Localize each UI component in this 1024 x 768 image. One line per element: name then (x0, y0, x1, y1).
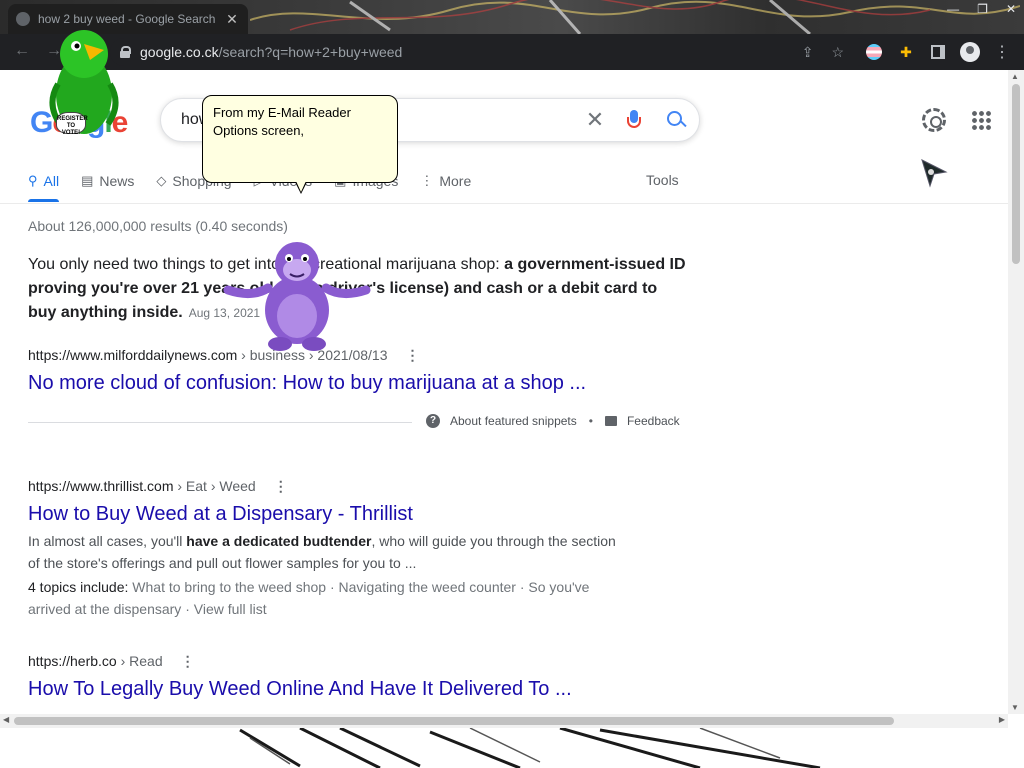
url-host: google.co.ck (140, 44, 219, 60)
header-divider (0, 203, 1008, 204)
news-icon: ▤ (81, 173, 94, 188)
wallpaper-scribble (250, 0, 1020, 34)
browser-tab[interactable]: how 2 buy weed - Google Search ✕ (8, 4, 248, 34)
result-description: In almost all cases, you'll have a dedic… (28, 530, 628, 574)
feedback-icon (604, 416, 617, 426)
cite-url: https://herb.co (28, 653, 117, 669)
cite-url: https://www.milforddailynews.com (28, 347, 238, 363)
assistant-speech-balloon: From my E-Mail Reader Options screen, (202, 95, 398, 194)
tools-button[interactable]: Tools (646, 172, 679, 188)
url-path: /search?q=how+2+buy+weed (218, 44, 403, 60)
settings-gear-icon[interactable] (922, 108, 946, 132)
desktop-wallpaper (0, 728, 1024, 768)
address-bar[interactable]: google.co.ck /search?q=how+2+buy+weed ⇪ … (110, 38, 872, 66)
horizontal-scroll-thumb[interactable] (14, 717, 894, 725)
profile-button[interactable] (960, 42, 980, 62)
browser-toolbar: ← → google.co.ck /search?q=how+2+buy+wee… (0, 34, 1024, 70)
topics-label: 4 topics include: (28, 579, 133, 595)
extensions-puzzle-icon[interactable]: ✚ (896, 42, 916, 62)
close-window-icon[interactable]: ✕ (1006, 0, 1016, 18)
maximize-icon[interactable]: ❐ (977, 0, 988, 18)
tab-label: More (439, 173, 472, 189)
scroll-down-icon[interactable]: ▼ (1011, 703, 1019, 712)
profile-avatar-icon (960, 42, 980, 62)
vertical-scrollbar[interactable]: ▲ ▼ (1008, 70, 1024, 714)
scroll-up-icon[interactable]: ▲ (1011, 72, 1019, 81)
result-title-link[interactable]: How to Buy Weed at a Dispensary - Thrill… (28, 503, 413, 526)
browser-titlebar: how 2 buy weed - Google Search ✕ — ❐ ✕ (0, 0, 1024, 34)
minimize-icon[interactable]: — (947, 0, 959, 18)
tab-more[interactable]: ⋮ More (420, 168, 471, 202)
tag-icon: ◇ (156, 173, 167, 188)
search-icon: ⚲ (28, 173, 38, 188)
more-options-icon[interactable]: ⋮ (274, 478, 288, 494)
flag-extension[interactable] (864, 42, 884, 62)
result-topics: 4 topics include: What to bring to the w… (28, 576, 608, 620)
separator: • (588, 414, 593, 428)
microphone-icon[interactable] (615, 108, 655, 132)
register-to-vote-badge: REGISTER TO VOTE! (56, 112, 88, 136)
desc-text: In almost all cases, you'll (28, 533, 187, 549)
google-results-page: Google how ✕ ⚲All ▤News ◇Shopping ▷Video… (0, 70, 1008, 714)
scroll-left-icon[interactable]: ◀ (3, 715, 9, 724)
extension-area: ✚ ⋮ (864, 42, 1012, 62)
tab-label: All (43, 173, 60, 189)
help-icon: ? (426, 414, 440, 428)
result-stats: About 126,000,000 results (0.40 seconds) (28, 218, 288, 234)
wallpaper-strokes (239, 728, 821, 768)
horizontal-scrollbar[interactable]: ◀ ▶ (0, 714, 1008, 728)
cite-url: https://www.thrillist.com (28, 478, 174, 494)
share-icon[interactable]: ⇪ (802, 44, 814, 61)
window-controls: — ❐ ✕ (947, 0, 1016, 18)
scroll-right-icon[interactable]: ▶ (999, 715, 1005, 724)
snippet-period: . (178, 304, 183, 321)
tab-news[interactable]: ▤ News (81, 168, 134, 202)
about-featured-snippets-link[interactable]: About featured snippets (450, 414, 577, 428)
result-cite[interactable]: https://www.thrillist.com › Eat › Weed ⋮ (28, 478, 288, 495)
mouse-cursor-icon (921, 159, 948, 188)
back-icon[interactable]: ← (14, 42, 30, 60)
result-cite[interactable]: https://herb.co › Read ⋮ (28, 653, 195, 670)
tab-label: News (99, 173, 135, 189)
search-icon[interactable] (655, 108, 699, 132)
more-options-icon[interactable]: ⋮ (406, 347, 420, 363)
featured-footer: ? About featured snippets • Feedback (426, 414, 680, 428)
google-favicon-icon (16, 12, 30, 26)
purple-gorilla-assistant[interactable] (222, 238, 372, 353)
tab-all[interactable]: ⚲ All (28, 168, 60, 202)
vertical-scroll-thumb[interactable] (1012, 84, 1020, 264)
bookmark-star-icon[interactable]: ☆ (831, 44, 844, 61)
clear-search-icon[interactable]: ✕ (575, 107, 615, 133)
featured-title-link[interactable]: No more cloud of confusion: How to buy m… (28, 372, 586, 395)
side-panel-button[interactable] (928, 42, 948, 62)
result-title-link[interactable]: How To Legally Buy Weed Online And Have … (28, 678, 572, 701)
more-vertical-icon: ⋮ (420, 173, 434, 188)
google-apps-grid-icon[interactable] (971, 110, 991, 130)
more-options-icon[interactable]: ⋮ (181, 653, 195, 669)
cite-breadcrumb: › Eat › Weed (173, 478, 256, 494)
featured-divider (28, 422, 412, 423)
feedback-link[interactable]: Feedback (627, 414, 680, 428)
browser-menu-icon[interactable]: ⋮ (992, 42, 1012, 62)
desc-bold: have a dedicated budtender (186, 533, 372, 549)
pride-flag-icon (866, 44, 882, 60)
cite-breadcrumb: › Read (116, 653, 163, 669)
side-panel-icon (931, 45, 945, 59)
close-tab-icon[interactable]: ✕ (224, 11, 240, 28)
